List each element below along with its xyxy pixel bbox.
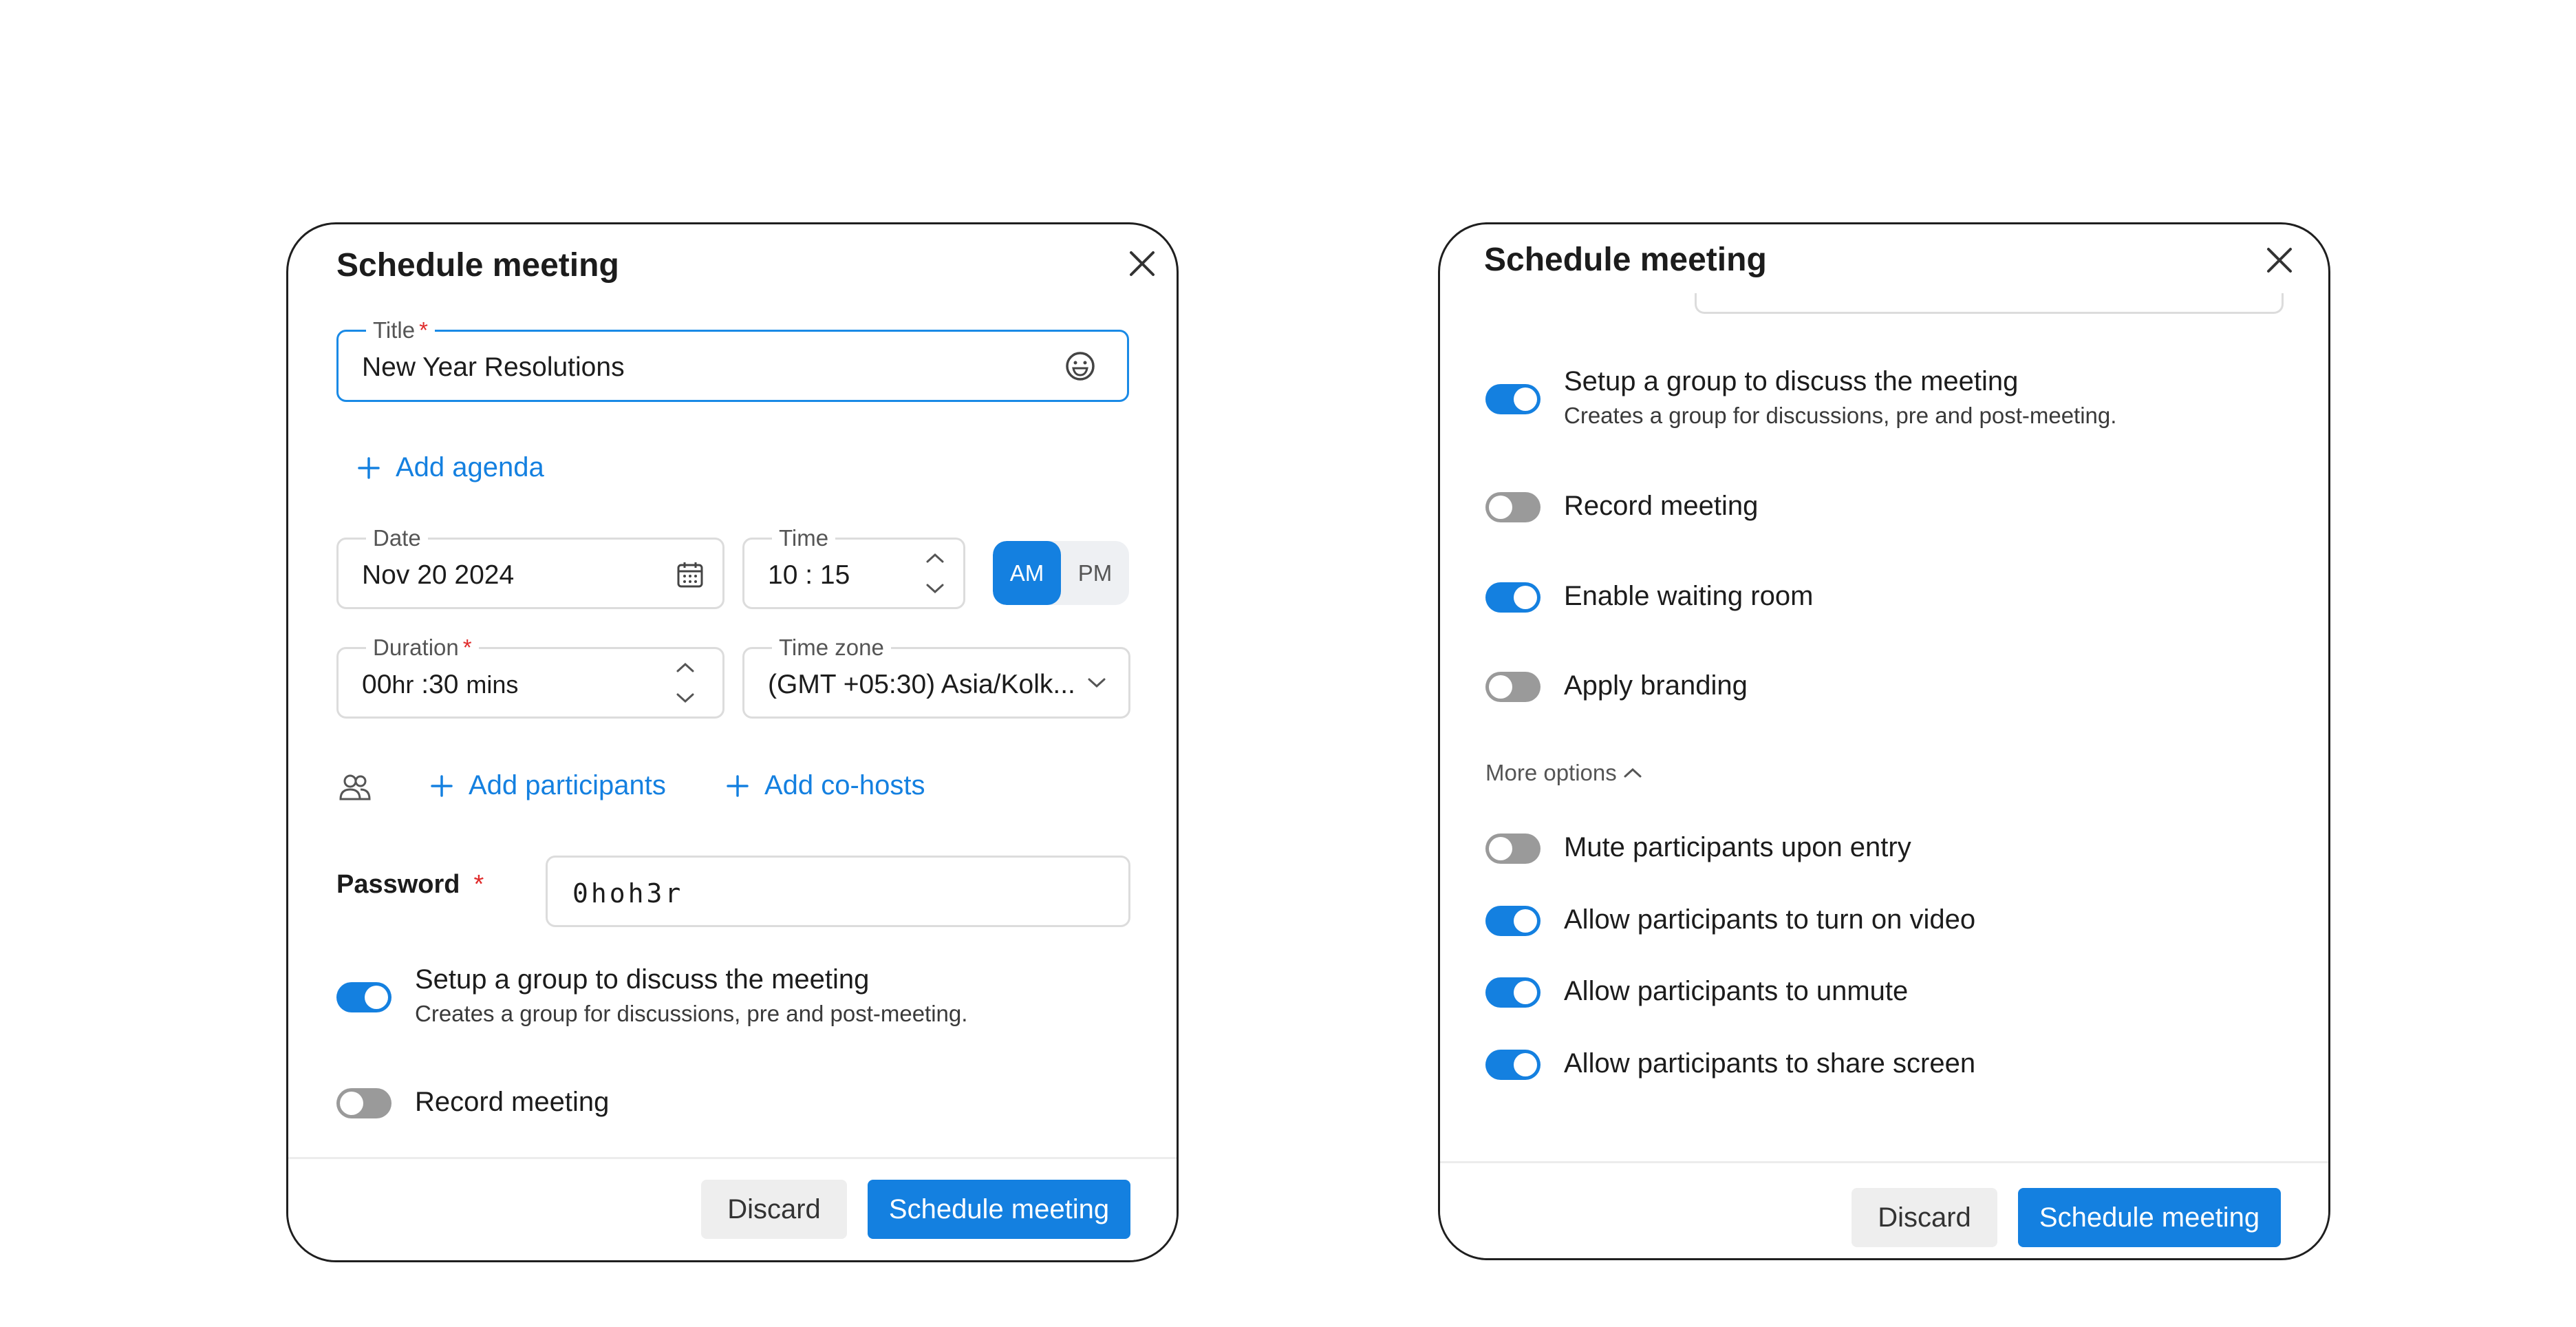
title-value[interactable]: New Year Resolutions <box>362 352 625 383</box>
plus-icon <box>358 456 380 479</box>
date-value: Nov 20 2024 <box>362 560 515 590</box>
group-discussion-desc: Creates a group for discussions, pre and… <box>415 1001 968 1026</box>
duration-field[interactable]: Duration * 00hr :30 mins <box>336 634 724 719</box>
participants-icon <box>339 774 371 800</box>
dialog-footer: Discard Schedule meeting <box>288 1157 1177 1260</box>
password-input[interactable]: 0hoh3r <box>546 856 1130 927</box>
date-field[interactable]: Date Nov 20 2024 <box>336 524 724 609</box>
mute-on-entry-label: Mute participants upon entry <box>1564 832 1911 862</box>
add-cohosts-label: Add co-hosts <box>764 770 925 800</box>
emoji-icon[interactable] <box>1064 350 1097 383</box>
time-label: Time <box>772 524 836 552</box>
chevron-down-icon[interactable] <box>925 582 945 595</box>
record-meeting-toggle[interactable] <box>336 1088 391 1118</box>
dialog-title: Schedule meeting <box>1484 242 1767 278</box>
pm-option[interactable]: PM <box>1061 541 1129 605</box>
am-option[interactable]: AM <box>993 541 1061 605</box>
group-discussion-label: Setup a group to discuss the meeting <box>1564 366 2019 396</box>
schedule-meeting-dialog-right: Schedule meeting Setup a group to discus… <box>1438 222 2330 1260</box>
apply-branding-toggle[interactable] <box>1485 672 1541 702</box>
add-cohosts-link[interactable]: Add co-hosts <box>726 770 925 801</box>
dialog-title: Schedule meeting <box>336 247 619 284</box>
calendar-icon[interactable] <box>676 560 705 589</box>
title-label: Title * <box>366 317 435 344</box>
allow-video-toggle[interactable] <box>1485 906 1541 936</box>
allow-video-label: Allow participants to turn on video <box>1564 904 1976 935</box>
password-value[interactable]: 0hoh3r <box>572 878 683 909</box>
mute-on-entry-toggle[interactable] <box>1485 834 1541 864</box>
record-meeting-toggle[interactable] <box>1485 492 1541 522</box>
scrolled-field-edge <box>1695 293 2284 314</box>
timezone-select[interactable]: Time zone (GMT +05:30) Asia/Kolk... <box>742 634 1130 719</box>
time-value[interactable]: 10 : 15 <box>768 560 850 591</box>
waiting-room-toggle[interactable] <box>1485 582 1541 613</box>
discard-button[interactable]: Discard <box>701 1180 847 1239</box>
time-field[interactable]: Time 10 : 15 <box>742 524 965 609</box>
add-participants-label: Add participants <box>469 770 666 800</box>
timezone-label: Time zone <box>772 634 891 661</box>
add-participants-link[interactable]: Add participants <box>430 770 666 801</box>
duration-value[interactable]: 00hr :30 mins <box>362 670 518 700</box>
record-meeting-label: Record meeting <box>415 1087 610 1117</box>
allow-share-screen-label: Allow participants to share screen <box>1564 1048 1976 1079</box>
chevron-up-icon[interactable] <box>676 661 695 674</box>
chevron-up-icon[interactable] <box>925 552 945 564</box>
group-discussion-desc: Creates a group for discussions, pre and… <box>1564 403 2117 428</box>
am-pm-toggle[interactable]: AM PM <box>993 541 1129 605</box>
chevron-down-icon <box>1088 678 1106 688</box>
record-meeting-label: Record meeting <box>1564 491 1759 521</box>
chevron-down-icon[interactable] <box>676 692 695 704</box>
more-options-label: More options <box>1485 760 1617 785</box>
password-label: Password * <box>336 870 484 899</box>
schedule-meeting-button[interactable]: Schedule meeting <box>2018 1188 2281 1247</box>
close-icon[interactable] <box>2262 242 2297 278</box>
plus-icon <box>431 774 453 797</box>
discard-button[interactable]: Discard <box>1852 1188 1997 1247</box>
schedule-meeting-button[interactable]: Schedule meeting <box>868 1180 1130 1239</box>
allow-share-screen-toggle[interactable] <box>1485 1050 1541 1080</box>
apply-branding-label: Apply branding <box>1564 670 1748 701</box>
dialog-footer: Discard Schedule meeting <box>1440 1161 2328 1258</box>
schedule-meeting-dialog-left: Schedule meeting Title * New Year Resolut… <box>286 222 1179 1262</box>
group-discussion-label: Setup a group to discuss the meeting <box>415 964 870 995</box>
allow-unmute-toggle[interactable] <box>1485 977 1541 1008</box>
duration-label: Duration * <box>366 634 479 661</box>
plus-icon <box>727 774 749 797</box>
allow-unmute-label: Allow participants to unmute <box>1564 976 1909 1006</box>
title-input[interactable]: Title * New Year Resolutions <box>336 317 1129 402</box>
group-discussion-toggle[interactable] <box>1485 384 1541 414</box>
group-discussion-toggle[interactable] <box>336 982 391 1012</box>
add-agenda-link[interactable]: Add agenda <box>357 452 544 483</box>
close-icon[interactable] <box>1124 246 1160 282</box>
add-agenda-label: Add agenda <box>396 452 544 482</box>
date-label: Date <box>366 524 428 552</box>
more-options-toggle[interactable]: More options <box>1485 760 1643 786</box>
chevron-up-icon <box>1624 767 1642 778</box>
timezone-value: (GMT +05:30) Asia/Kolk... <box>768 670 1075 699</box>
waiting-room-label: Enable waiting room <box>1564 581 1814 611</box>
